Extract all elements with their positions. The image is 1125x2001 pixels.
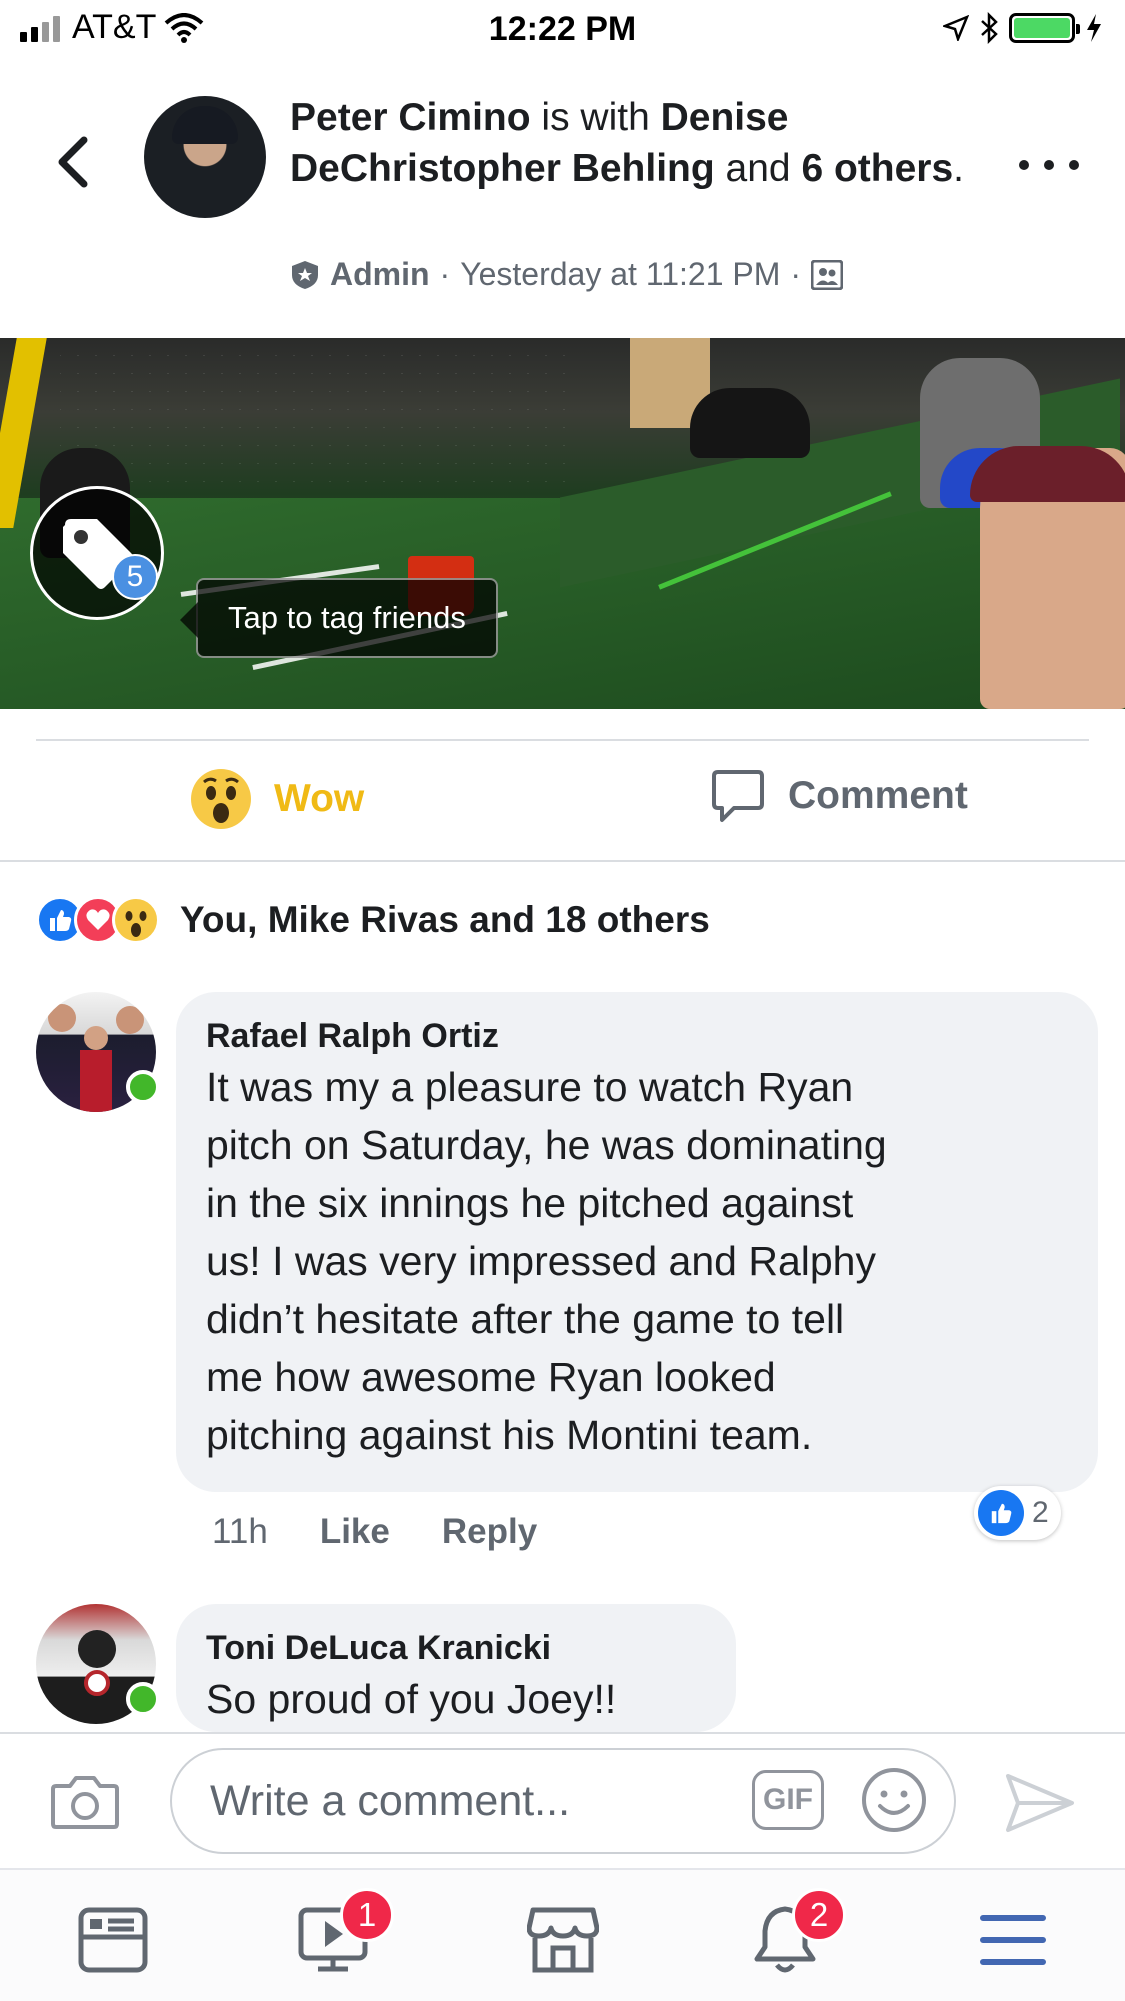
news-feed-icon bbox=[78, 1907, 148, 1973]
comment-line: So proud of you Joey!! bbox=[206, 1676, 617, 1722]
comment-input[interactable]: Write a comment... bbox=[170, 1748, 956, 1854]
reactions-summary[interactable]: You, Mike Rivas and 18 others bbox=[36, 896, 710, 944]
hamburger-menu-icon bbox=[980, 1915, 1046, 1965]
group-audience-icon bbox=[811, 259, 844, 290]
tab-menu[interactable] bbox=[968, 1900, 1058, 1980]
battery-icon bbox=[1009, 13, 1080, 43]
comment-line: It was my a pleasure to watch Ryan bbox=[206, 1064, 854, 1110]
meta-dot: · bbox=[439, 256, 451, 292]
commenter-name[interactable]: Toni DeLuca Kranicki bbox=[206, 1626, 706, 1670]
wow-reaction-icon bbox=[191, 769, 251, 829]
bluetooth-icon bbox=[981, 12, 998, 44]
author-avatar[interactable] bbox=[144, 96, 266, 218]
avatar-figure bbox=[48, 1004, 76, 1032]
comment-time: 11h bbox=[212, 1512, 268, 1551]
commenter-name[interactable]: Rafael Ralph Ortiz bbox=[206, 1014, 1068, 1058]
meta-dot: · bbox=[790, 256, 802, 292]
camera-icon bbox=[51, 1776, 119, 1829]
wow-label: Wow bbox=[274, 777, 365, 820]
avatar-figure bbox=[80, 1050, 112, 1112]
comment-meta: 11h Like Reply bbox=[212, 1512, 537, 1552]
comment-like-button[interactable]: Like bbox=[320, 1512, 390, 1552]
notifications-badge: 2 bbox=[792, 1888, 846, 1942]
reactions-summary-text: You, Mike Rivas and 18 others bbox=[180, 899, 710, 940]
post-header: Peter Cimino is with Denise DeChristophe… bbox=[0, 62, 1125, 332]
location-arrow-icon bbox=[943, 15, 969, 41]
tag-friends-tooltip[interactable]: Tap to tag friends bbox=[180, 578, 498, 658]
wow-reaction-icon bbox=[112, 896, 160, 944]
more-dots-icon bbox=[1044, 160, 1054, 170]
tag-friends-button[interactable] bbox=[30, 486, 164, 620]
person bbox=[970, 446, 1125, 502]
comment-bubble[interactable]: Toni DeLuca Kranicki So proud of you Joe… bbox=[176, 1604, 736, 1732]
tab-watch[interactable]: 1 bbox=[288, 1888, 394, 1980]
comment-text: So proud of you Joey!! bbox=[206, 1670, 706, 1728]
avatar-figure bbox=[84, 1670, 110, 1696]
bottom-tab-bar: 1 2 bbox=[0, 1868, 1125, 2001]
admin-shield-icon bbox=[292, 260, 318, 289]
period: . bbox=[953, 147, 965, 190]
action-bar: Wow Comment bbox=[0, 742, 1125, 860]
emoji-smile-icon bbox=[862, 1768, 926, 1832]
online-status-dot bbox=[126, 1070, 160, 1104]
tab-marketplace[interactable] bbox=[518, 1900, 608, 1980]
post-timestamp[interactable]: Yesterday at 11:21 PM bbox=[460, 256, 780, 293]
camera-button[interactable] bbox=[50, 1774, 120, 1835]
divider bbox=[36, 739, 1089, 741]
comment-like-count[interactable]: 2 bbox=[974, 1486, 1061, 1540]
comment-line: us! I was very impressed and Ralphy bbox=[206, 1238, 876, 1284]
person bbox=[690, 388, 810, 458]
comment-line: didn’t hesitate after the game to tell bbox=[206, 1296, 845, 1342]
battery-fill bbox=[1014, 18, 1070, 38]
emoji-button[interactable] bbox=[860, 1766, 928, 1839]
comment-line: in the six innings he pitched against bbox=[206, 1180, 854, 1226]
post-meta: Admin · Yesterday at 11:21 PM · bbox=[290, 256, 844, 293]
author-name-link[interactable]: Peter Cimino bbox=[290, 96, 531, 139]
comment-label: Comment bbox=[788, 774, 968, 817]
comment-line: pitch on Saturday, he was dominating bbox=[206, 1122, 887, 1168]
marketplace-shop-icon bbox=[527, 1907, 599, 1973]
comment-text: It was my a pleasure to watch Ryan pitch… bbox=[206, 1058, 1068, 1464]
gif-button[interactable]: GIF bbox=[752, 1770, 824, 1830]
post-photo[interactable]: 5 Tap to tag friends bbox=[0, 338, 1125, 709]
comment-composer: Write a comment... GIF bbox=[0, 1732, 1125, 1867]
send-arrow-icon bbox=[1006, 1774, 1074, 1832]
more-dots-icon bbox=[1069, 160, 1079, 170]
tag-count-badge: 5 bbox=[112, 554, 158, 600]
comment-reply-button[interactable]: Reply bbox=[442, 1512, 537, 1552]
avatar-figure bbox=[84, 1026, 108, 1050]
back-button[interactable] bbox=[48, 122, 98, 202]
post-headline: Peter Cimino is with Denise DeChristophe… bbox=[290, 92, 1010, 194]
comment-bubble-icon bbox=[712, 770, 764, 822]
status-bar: AT&T 12:22 PM bbox=[0, 0, 1125, 62]
divider bbox=[0, 860, 1125, 862]
wow-reaction-button[interactable]: Wow bbox=[190, 768, 364, 830]
tab-news-feed[interactable] bbox=[68, 1900, 158, 1980]
more-dots-icon bbox=[1019, 160, 1029, 170]
reaction-icons bbox=[36, 896, 160, 944]
status-right bbox=[943, 12, 1103, 44]
and-text: and bbox=[714, 147, 802, 190]
avatar-figure bbox=[78, 1630, 116, 1668]
with-text: is with bbox=[530, 96, 661, 139]
comment-line: pitching against his Montini team. bbox=[206, 1412, 813, 1458]
others-link[interactable]: 6 others bbox=[801, 147, 953, 190]
avatar-figure bbox=[116, 1006, 144, 1034]
comment-line: me how awesome Ryan looked bbox=[206, 1354, 776, 1400]
watch-badge: 1 bbox=[340, 1888, 394, 1942]
charging-bolt-icon bbox=[1087, 14, 1101, 42]
chevron-left-icon bbox=[58, 136, 88, 188]
admin-badge-label: Admin bbox=[330, 256, 430, 292]
like-reaction-icon bbox=[978, 1490, 1024, 1536]
more-options-button[interactable] bbox=[1019, 150, 1079, 180]
comment-bubble[interactable]: Rafael Ralph Ortiz It was my a pleasure … bbox=[176, 992, 1098, 1492]
comment-button[interactable]: Comment bbox=[710, 768, 968, 824]
tab-notifications[interactable]: 2 bbox=[740, 1888, 846, 1980]
like-count: 2 bbox=[1032, 1496, 1049, 1529]
online-status-dot bbox=[126, 1682, 160, 1716]
send-button[interactable] bbox=[1004, 1772, 1076, 1839]
